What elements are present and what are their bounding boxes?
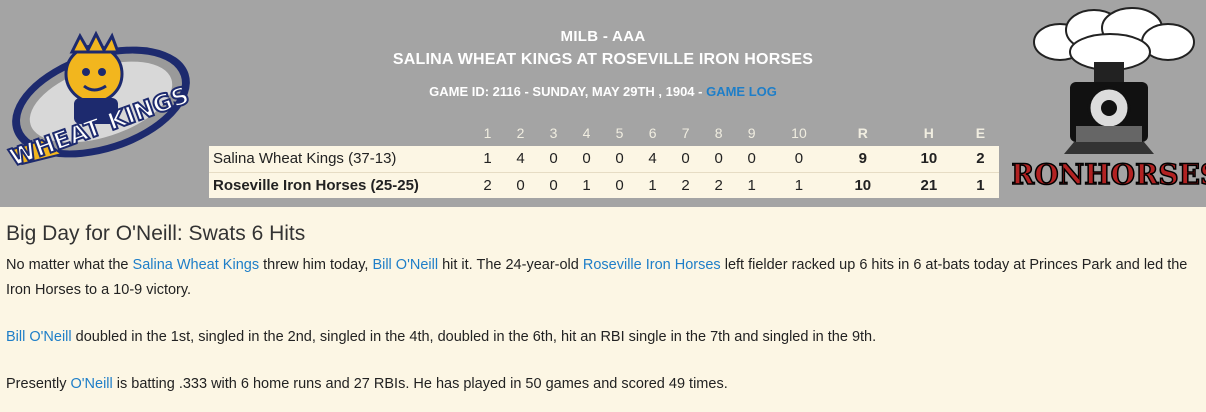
linescore-header-row: 1 2 3 4 5 6 7 8 9 10 R H E (209, 120, 999, 146)
team-name[interactable]: Roseville Iron Horses (25-25) (209, 171, 471, 198)
article-paragraph: No matter what the Salina Wheat Kings th… (6, 253, 1202, 303)
inning-header: 1 (483, 125, 492, 141)
article-paragraph: Bill O'Neill doubled in the 1st, singled… (6, 325, 1202, 350)
svg-text:IRONHORSES: IRONHORSES (1012, 158, 1206, 191)
inning-score: 1 (471, 146, 505, 172)
inning-score: 0 (603, 171, 637, 198)
inning-header: 2 (516, 125, 525, 141)
inning-score: 4 (636, 146, 670, 172)
inning-score: 1 (570, 171, 604, 198)
hits-total: 10 (895, 146, 962, 172)
linescore-table: 1 2 3 4 5 6 7 8 9 10 R H E Salina Wheat … (209, 120, 999, 198)
team-link[interactable]: Salina Wheat Kings (133, 257, 260, 273)
inning-header: 10 (791, 125, 807, 141)
article-text: threw him today, (259, 257, 373, 273)
errors-header: E (975, 125, 986, 141)
inning-score: 0 (735, 146, 769, 172)
linescore-row-home: Roseville Iron Horses (25-25) 2 0 0 1 0 … (209, 171, 999, 198)
team-column-header (209, 120, 471, 146)
errors-total: 1 (961, 171, 999, 198)
inning-score: 1 (768, 171, 830, 198)
inning-score: 2 (702, 171, 736, 198)
article-text: Presently (6, 376, 71, 392)
game-id-date: GAME ID: 2116 - SUNDAY, MAY 29TH , 1904 … (429, 84, 707, 99)
article-headline: Big Day for O'Neill: Swats 6 Hits (6, 222, 306, 245)
inning-score: 4 (504, 146, 538, 172)
game-header: WHEAT KINGS MILB - AAA SALINA WHEAT KING… (0, 0, 1206, 207)
runs-total: 9 (829, 146, 896, 172)
inning-score: 0 (537, 146, 571, 172)
hits-total: 21 (895, 171, 962, 198)
inning-score: 0 (768, 146, 830, 172)
player-link[interactable]: O'Neill (70, 376, 112, 392)
game-log-link[interactable]: GAME LOG (706, 84, 777, 99)
inning-score: 1 (735, 171, 769, 198)
article-text: doubled in the 1st, singled in the 2nd, … (71, 329, 877, 345)
inning-header: 8 (714, 125, 723, 141)
article-text: is batting .333 with 6 home runs and 27 … (112, 376, 728, 392)
article-paragraph: Presently O'Neill is batting .333 with 6… (6, 372, 1202, 397)
article-text: No matter what the (6, 257, 133, 273)
inning-score: 1 (636, 171, 670, 198)
inning-header: 6 (648, 125, 657, 141)
inning-header: 4 (582, 125, 591, 141)
linescore-row-away: Salina Wheat Kings (37-13) 1 4 0 0 0 4 0… (209, 146, 999, 172)
inning-header: 3 (549, 125, 558, 141)
inning-score: 2 (669, 171, 703, 198)
team-link[interactable]: Roseville Iron Horses (583, 257, 721, 273)
runs-header: R (857, 125, 868, 141)
inning-score: 2 (471, 171, 505, 198)
inning-score: 0 (669, 146, 703, 172)
inning-score: 0 (537, 171, 571, 198)
iron-horses-logo[interactable]: IRONHORSES (1012, 4, 1206, 194)
player-link[interactable]: Bill O'Neill (6, 329, 72, 345)
inning-header: 9 (747, 125, 756, 141)
article-text: hit it. The 24-year-old (438, 257, 583, 273)
inning-score: 0 (504, 171, 538, 198)
inning-score: 0 (570, 146, 604, 172)
inning-header: 7 (681, 125, 690, 141)
errors-total: 2 (961, 146, 999, 172)
inning-header: 5 (615, 125, 624, 141)
runs-total: 10 (829, 171, 896, 198)
inning-score: 0 (702, 146, 736, 172)
inning-score: 0 (603, 146, 637, 172)
team-name[interactable]: Salina Wheat Kings (37-13) (209, 146, 471, 172)
game-article: Big Day for O'Neill: Swats 6 Hits No mat… (6, 222, 1202, 397)
player-link[interactable]: Bill O'Neill (372, 257, 438, 273)
hits-header: H (923, 125, 934, 141)
